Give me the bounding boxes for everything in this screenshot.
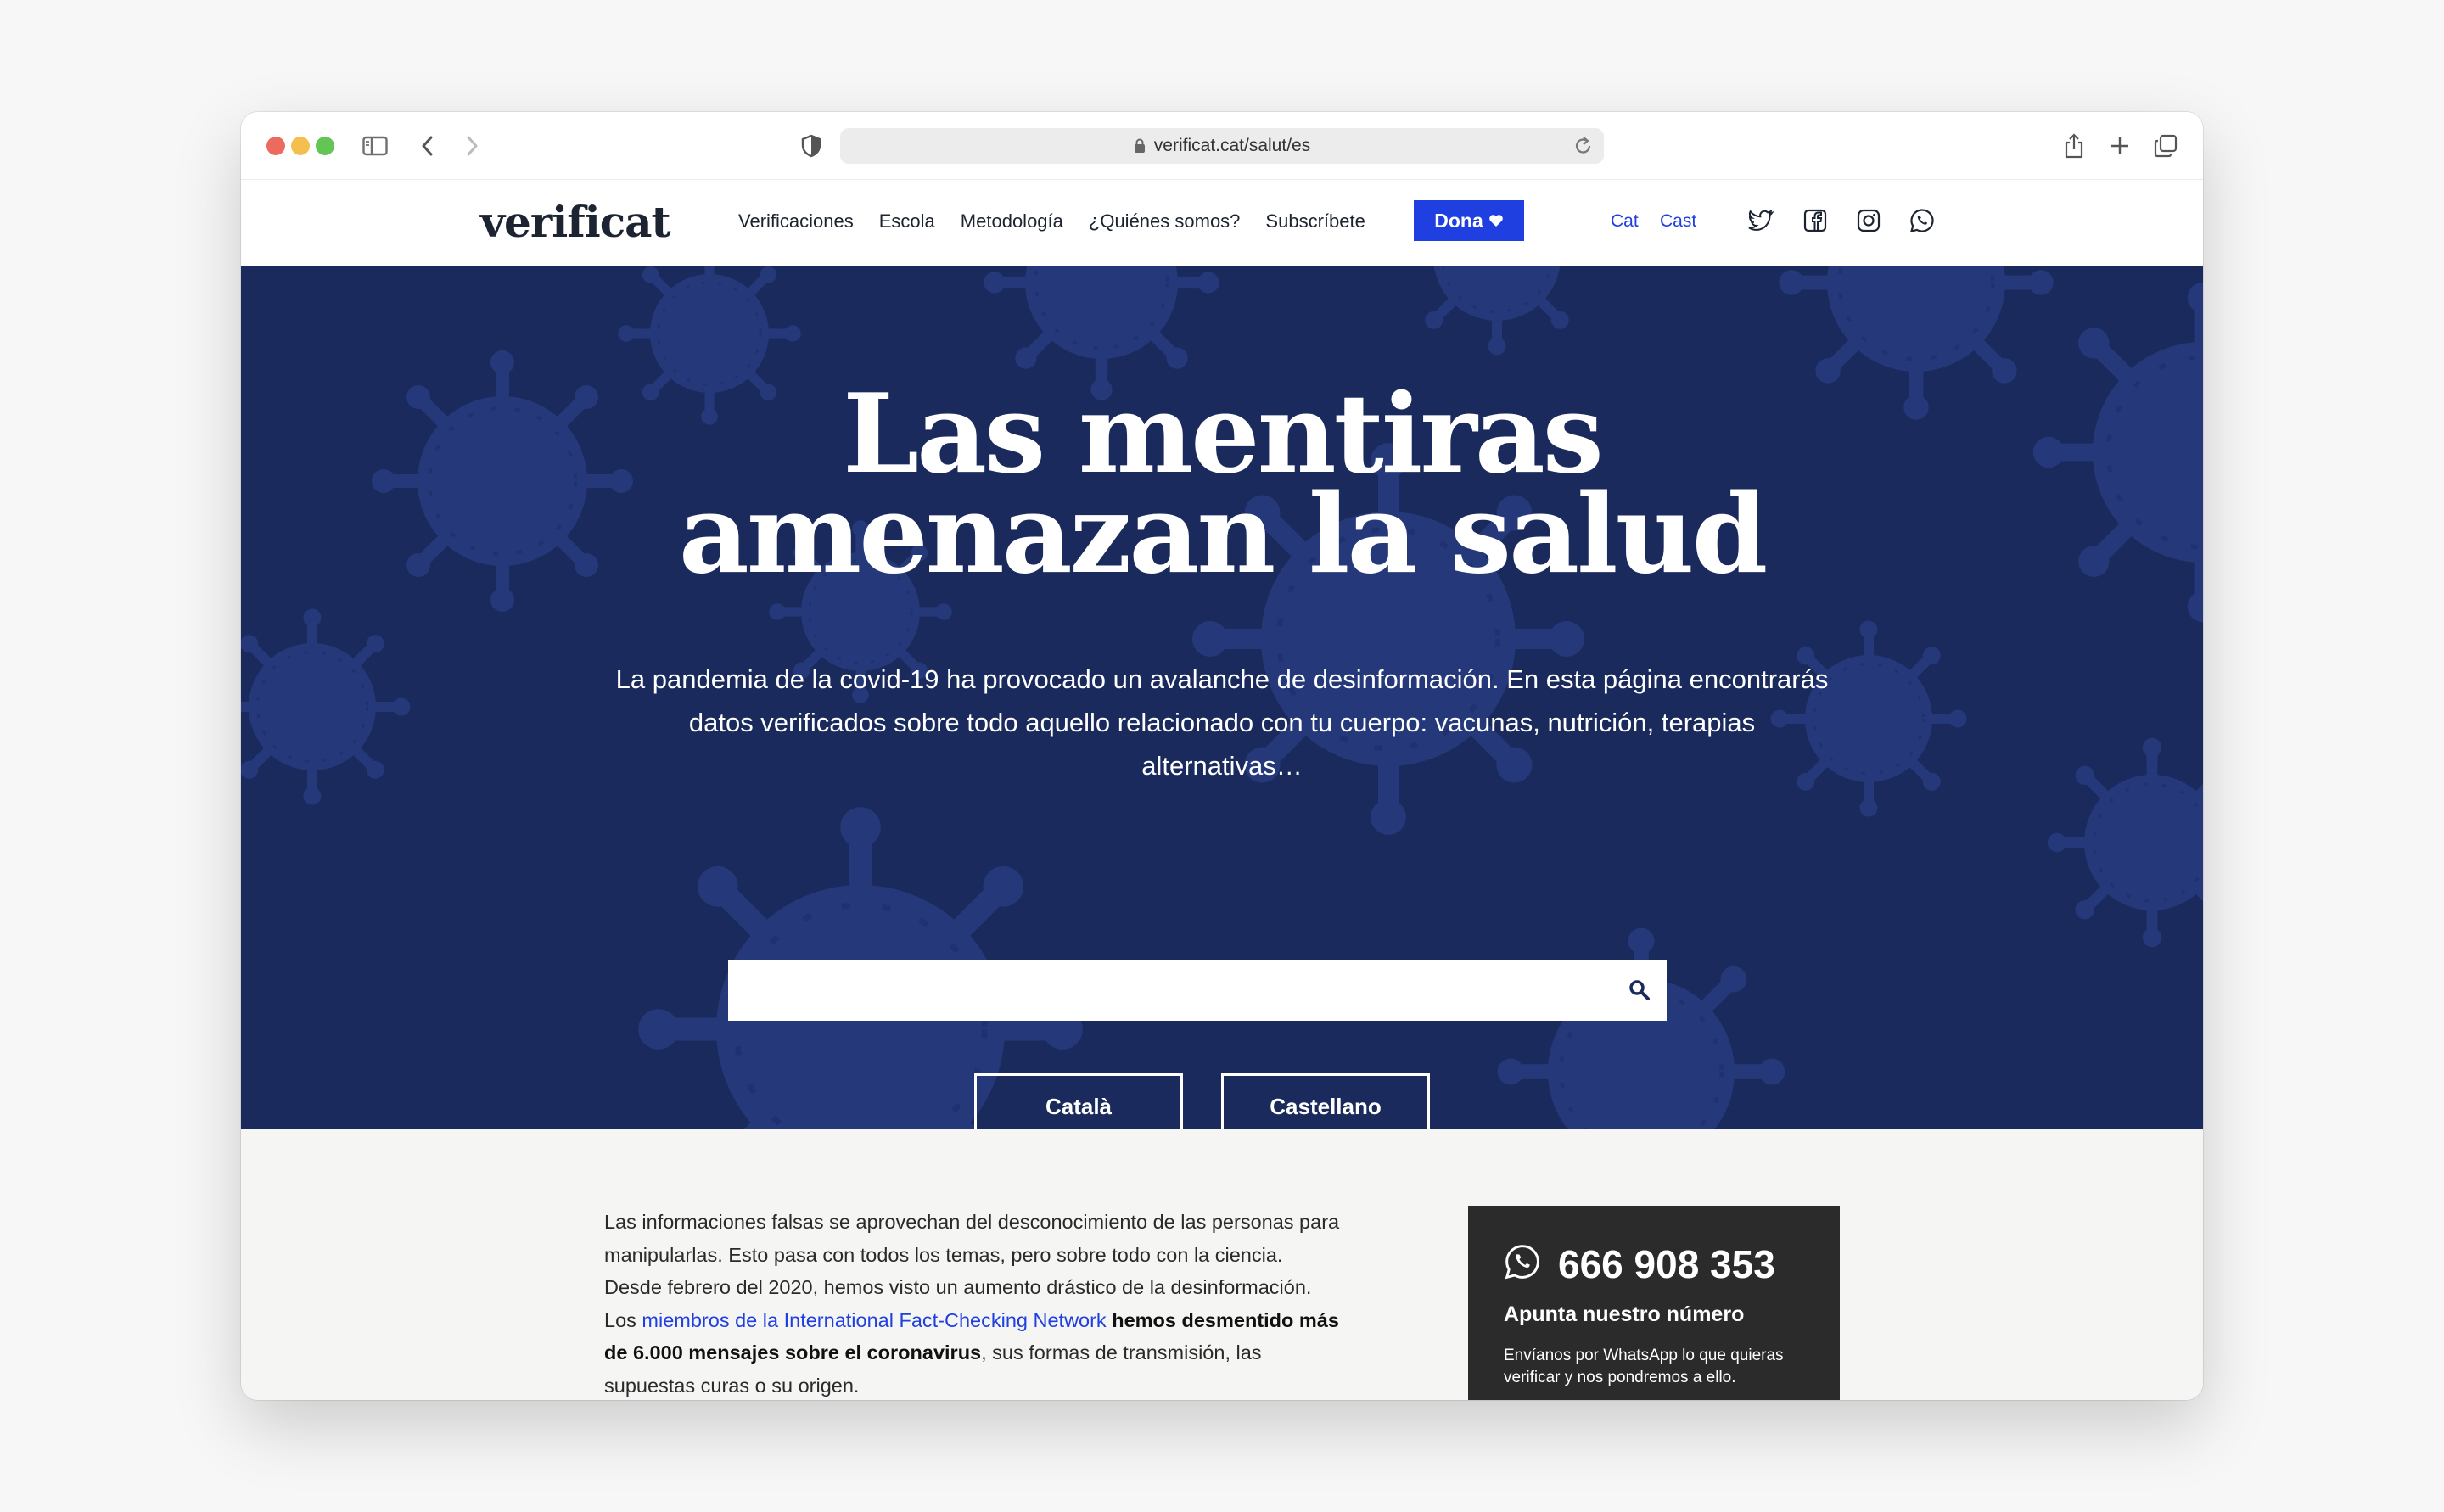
url-text: verificat.cat/salut/es [1153,136,1311,155]
search-icon[interactable] [1624,975,1655,1005]
whatsapp-number: 666 908 353 [1558,1242,1775,1286]
privacy-shield-icon[interactable] [796,131,827,161]
main-nav: Verificaciones Escola Metodología ¿Quién… [738,210,1391,232]
intro-paragraph: Las informaciones falsas se aprovechan d… [604,1206,1343,1400]
catala-button[interactable]: Català [974,1073,1183,1129]
nav-quienes-somos[interactable]: ¿Quiénes somos? [1089,210,1241,232]
logo-text: verificat [480,197,671,247]
twitter-icon[interactable] [1748,208,1774,233]
sidebar-toggle-icon[interactable] [360,131,390,161]
browser-window: verificat.cat/salut/es verificat Verific… [241,112,2203,1400]
lang-cat-link[interactable]: Cat [1611,211,1639,232]
facebook-icon[interactable] [1802,208,1828,233]
verificat-logo[interactable]: verificat [480,197,671,247]
close-window-button[interactable] [266,137,285,155]
heart-icon [1488,215,1503,227]
hero-title: Las mentiras amenazan la salud [241,371,2203,598]
minimize-window-button[interactable] [291,137,310,155]
hero-subtitle: La pandemia de la covid-19 ha provocado … [615,664,1829,781]
whatsapp-icon[interactable] [1909,208,1935,233]
lang-cast-link[interactable]: Cast [1660,211,1696,232]
whatsapp-title: Apunta nuestro número [1504,1302,1745,1326]
ifcn-link[interactable]: miembros de la International Fact-Checki… [642,1309,1106,1331]
zoom-window-button[interactable] [316,137,334,155]
tab-overview-icon[interactable] [2150,131,2181,161]
nav-verificaciones[interactable]: Verificaciones [738,210,854,232]
donate-label: Dona [1434,209,1483,232]
reload-icon[interactable] [1573,135,1594,162]
nav-subscribete[interactable]: Subscríbete [1265,210,1365,232]
hero-title-line1: Las mentiras [843,371,1604,498]
browser-toolbar: verificat.cat/salut/es [241,112,2203,180]
new-tab-icon[interactable] [2105,131,2135,161]
hero-title-line2: amenazan la salud [678,471,1768,598]
hero-section: Las mentiras amenazan la salud La pandem… [241,266,2203,1129]
lock-icon [1134,138,1146,154]
site-header: verificat Verificaciones Escola Metodolo… [241,180,2203,266]
back-icon[interactable] [412,131,443,161]
address-bar[interactable]: verificat.cat/salut/es [840,128,1604,164]
nav-metodologia[interactable]: Metodología [961,210,1063,232]
castellano-button[interactable]: Castellano [1221,1073,1430,1129]
whatsapp-card: 666 908 353 Apunta nuestro número Envían… [1468,1206,1840,1400]
whatsapp-text: Envíanos por WhatsApp lo que quieras ver… [1504,1347,1784,1386]
nav-escola[interactable]: Escola [879,210,935,232]
instagram-icon[interactable] [1856,208,1881,233]
donate-button[interactable]: Dona [1414,200,1524,241]
forward-icon[interactable] [457,131,487,161]
whatsapp-card-icon [1505,1245,1539,1280]
search-input[interactable] [728,960,1667,1021]
content-section: Las informaciones falsas se aprovechan d… [241,1129,2203,1400]
share-icon[interactable] [2059,131,2089,161]
